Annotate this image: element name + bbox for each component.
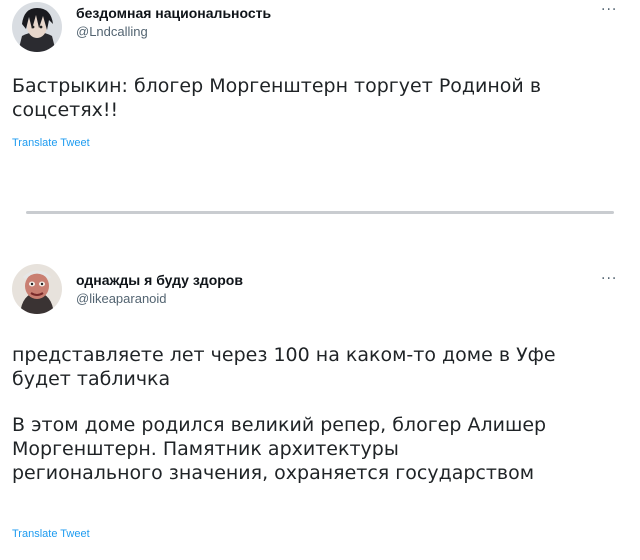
handle[interactable]: @likeaparanoid [76, 291, 167, 306]
tweet-text-line: В этом доме родился великий репер, блоге… [12, 414, 547, 436]
display-name[interactable]: однажды я буду здоров [76, 272, 243, 288]
translate-tweet-link[interactable]: Translate Tweet [12, 528, 90, 540]
tweet-text-line: Бастрыкин: блогер Моргенштерн торгует Ро… [12, 75, 542, 97]
divider [26, 211, 614, 214]
tweet-text-line: регионального значения, охраняется госуд… [12, 462, 535, 484]
tweet-text-line: Моргенштерн. Памятник архитектуры [12, 438, 399, 460]
tweet-text: представляете лет через 100 на каком-то … [12, 343, 632, 485]
avatar-photo-dark-hair-icon [12, 2, 62, 52]
avatar-photo-red-face-icon [12, 264, 62, 314]
avatar[interactable] [12, 264, 62, 314]
translate-tweet-link[interactable]: Translate Tweet [12, 137, 90, 149]
display-name[interactable]: бездомная национальность [76, 5, 271, 21]
handle[interactable]: @Lndcalling [76, 24, 148, 39]
tweet-text: Бастрыкин: блогер Моргенштерн торгует Ро… [12, 74, 632, 122]
tweet-1[interactable]: бездомная национальность @Lndcalling ···… [0, 0, 640, 200]
more-options-icon[interactable]: ··· [601, 2, 617, 18]
tweet-text-line: будет табличка [12, 368, 171, 390]
tweet-2[interactable]: однажды я буду здоров @likeaparanoid ···… [0, 258, 640, 560]
more-options-icon[interactable]: ··· [601, 271, 617, 287]
avatar[interactable] [12, 2, 62, 52]
tweet-text-line: соцсетях!! [12, 99, 119, 121]
tweet-text-line: представляете лет через 100 на каком-то … [12, 344, 556, 366]
tweet-paragraph-gap [12, 391, 632, 413]
